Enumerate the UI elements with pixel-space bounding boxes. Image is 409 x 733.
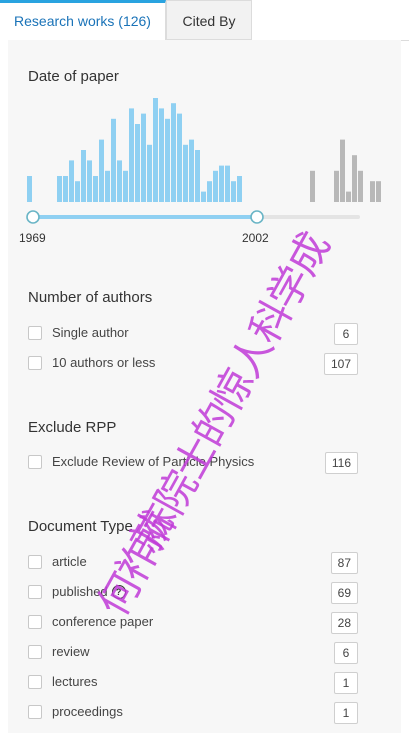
option-label-text: published <box>52 584 108 599</box>
histogram-bar-unselected <box>376 181 381 202</box>
histogram-bar-selected <box>147 144 152 202</box>
checkbox[interactable] <box>28 356 42 370</box>
histogram-bar-selected <box>171 103 176 202</box>
checkbox[interactable] <box>28 585 42 599</box>
histogram-bar-selected <box>237 176 242 202</box>
histogram-bar-selected <box>57 176 62 202</box>
count-badge: 107 <box>323 353 358 375</box>
filter-option-exclude-rpp[interactable]: Exclude Review of Particle Physics 116 <box>28 452 358 474</box>
checkbox[interactable] <box>28 326 42 340</box>
option-label: review <box>52 644 90 659</box>
histogram-bar-selected <box>177 113 182 202</box>
histogram-bar-unselected <box>310 170 315 202</box>
histogram-bar-selected <box>153 98 158 202</box>
filter-option-proceedings[interactable]: proceedings 1 <box>28 702 358 724</box>
histogram-bar-selected <box>195 150 200 202</box>
histogram-bar-selected <box>189 139 194 202</box>
filter-option-lectures[interactable]: lectures 1 <box>28 672 358 694</box>
histogram-bar-selected <box>183 144 188 202</box>
histogram-bar-selected <box>207 181 212 202</box>
histogram-bar-selected <box>135 124 140 202</box>
checkbox[interactable] <box>28 615 42 629</box>
histogram-bar-selected <box>69 160 74 202</box>
option-label: 10 authors or less <box>52 355 156 370</box>
histogram-bar-selected <box>225 165 230 202</box>
option-label: proceedings <box>52 704 123 719</box>
histogram-bar-unselected <box>370 181 375 202</box>
histogram-bar-unselected <box>334 170 339 202</box>
checkbox[interactable] <box>28 705 42 719</box>
histogram-bar-selected <box>87 160 92 202</box>
histogram-bar-selected <box>213 170 218 202</box>
option-label: lectures <box>52 674 98 689</box>
histogram-bar-unselected <box>340 139 345 202</box>
filter-option-10-authors[interactable]: 10 authors or less 107 <box>28 353 358 375</box>
histogram-bar-unselected <box>346 191 351 202</box>
histogram-bar-selected <box>111 118 116 202</box>
checkbox[interactable] <box>28 645 42 659</box>
histogram-bar-selected <box>75 181 80 202</box>
histogram-bar-selected <box>123 170 128 202</box>
range-start-label: 1969 <box>19 231 46 245</box>
count-badge: 116 <box>324 452 358 474</box>
filter-option-single-author[interactable]: Single author 6 <box>28 323 358 345</box>
slider-handle-start[interactable] <box>26 210 40 224</box>
count-badge: 69 <box>330 582 358 604</box>
checkbox[interactable] <box>28 455 42 469</box>
authors-filter-title: Number of authors <box>28 289 153 306</box>
histogram-bar-selected <box>27 176 32 202</box>
count-badge: 87 <box>330 552 358 574</box>
histogram-bar-selected <box>81 150 86 202</box>
count-badge: 1 <box>334 702 358 724</box>
histogram-bar-unselected <box>358 170 363 202</box>
count-badge: 1 <box>334 672 358 694</box>
count-badge: 28 <box>330 612 358 634</box>
help-icon[interactable]: ? <box>111 585 126 599</box>
exclude-filter-title: Exclude RPP <box>28 419 117 436</box>
histogram-bar-selected <box>99 139 104 202</box>
count-badge: 6 <box>334 323 358 345</box>
doc-type-filter-title: Document Type <box>28 518 133 535</box>
histogram-bar-unselected <box>352 155 357 202</box>
histogram-bar-selected <box>159 108 164 202</box>
slider-handle-end[interactable] <box>250 210 264 224</box>
range-end-label: 2002 <box>242 231 269 245</box>
option-label: Single author <box>52 325 129 340</box>
filter-option-published[interactable]: published? 69 <box>28 582 358 604</box>
checkbox[interactable] <box>28 555 42 569</box>
filter-option-conference-paper[interactable]: conference paper 28 <box>28 612 358 634</box>
histogram-bar-selected <box>231 181 236 202</box>
histogram-bar-selected <box>117 160 122 202</box>
histogram-bar-selected <box>165 118 170 202</box>
checkbox[interactable] <box>28 675 42 689</box>
option-label: Exclude Review of Particle Physics <box>52 454 255 469</box>
count-badge: 6 <box>334 642 358 664</box>
histogram-bar-selected <box>219 165 224 202</box>
histogram-bar-selected <box>129 108 134 202</box>
histogram-bar-selected <box>141 113 146 202</box>
histogram-bar-selected <box>93 176 98 202</box>
option-label: article <box>52 554 87 569</box>
option-label: conference paper <box>52 614 154 629</box>
filter-option-article[interactable]: article 87 <box>28 552 358 574</box>
histogram-bar-selected <box>105 170 110 202</box>
histogram-bar-selected <box>201 191 206 202</box>
histogram-bar-selected <box>63 176 68 202</box>
filter-option-review[interactable]: review 6 <box>28 642 358 664</box>
date-histogram[interactable] <box>0 0 409 250</box>
option-label: published? <box>52 584 126 599</box>
